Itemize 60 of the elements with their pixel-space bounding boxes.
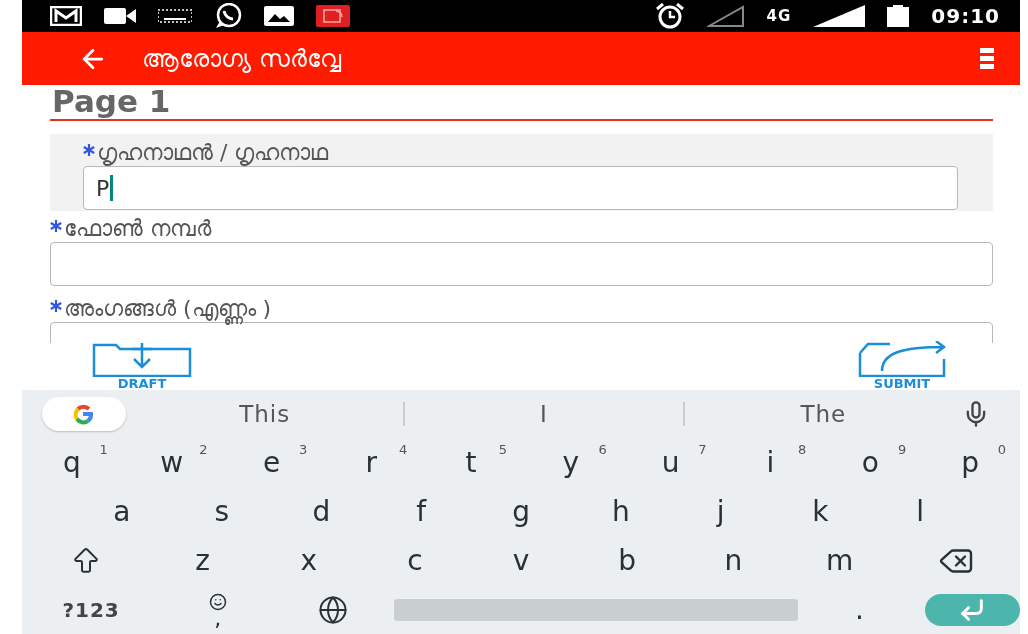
keyboard-icon xyxy=(158,9,192,23)
keyboard-key[interactable]: v xyxy=(467,536,575,585)
suggestion[interactable]: The xyxy=(684,400,962,428)
keyboard-key[interactable]: u 7 xyxy=(620,438,721,487)
keyboard-key[interactable]: z xyxy=(149,536,256,585)
signal-icon xyxy=(706,5,745,27)
input-field[interactable]: P xyxy=(83,166,958,210)
keyboard-key[interactable]: q 1 xyxy=(22,438,122,487)
symbols-key[interactable]: ?123 xyxy=(22,585,161,634)
video-camera-icon xyxy=(104,7,136,25)
page-heading: Page 1 xyxy=(51,85,172,117)
keyboard-key[interactable]: f xyxy=(371,487,472,536)
suggestion[interactable]: This xyxy=(126,400,404,428)
smiley-icon xyxy=(208,592,227,611)
field-label: ഫോൺ നമ്പർ xyxy=(64,216,211,242)
field-label: ഗൃഹനാഥൻ / ഗൃഹനാഥ xyxy=(97,140,329,166)
app-title: ആരോഗ്യ സർവ്വേ xyxy=(142,44,342,73)
signal-icon xyxy=(813,5,866,27)
input-field[interactable] xyxy=(50,242,993,286)
keyboard-key[interactable]: k xyxy=(770,487,871,536)
chat-bubble-icon xyxy=(214,3,242,29)
battery-icon xyxy=(887,5,910,27)
image-icon xyxy=(264,6,294,26)
draft-button[interactable]: DRAFT xyxy=(92,341,192,390)
clock-time: 09:10 xyxy=(931,4,1000,28)
keyboard-key[interactable]: . xyxy=(801,585,917,634)
keyboard-key[interactable]: n xyxy=(680,536,787,585)
keyboard-key[interactable]: r 4 xyxy=(321,438,422,487)
suggestion[interactable]: I xyxy=(405,400,683,428)
network-type-label: 4G xyxy=(766,7,792,25)
keyboard-key[interactable]: x xyxy=(255,536,362,585)
alarm-clock-icon xyxy=(654,3,685,29)
keyboard-key[interactable]: y 6 xyxy=(521,438,621,487)
keyboard-key[interactable]: d xyxy=(271,487,372,536)
keyboard-key[interactable]: c xyxy=(361,536,468,585)
folder-download-icon xyxy=(92,341,192,377)
globe-icon xyxy=(317,594,348,625)
google-button[interactable] xyxy=(42,397,126,431)
text-cursor xyxy=(110,175,114,201)
comma-emoji-key[interactable]: , xyxy=(160,585,276,634)
keyboard-key[interactable]: g xyxy=(471,487,571,536)
keyboard-key[interactable]: i 8 xyxy=(720,438,821,487)
keyboard-key[interactable]: b xyxy=(574,536,681,585)
enter-key[interactable] xyxy=(925,593,1020,626)
keyboard-key[interactable]: h xyxy=(570,487,671,536)
keyboard-key[interactable]: m xyxy=(786,536,893,585)
keyboard-key[interactable]: o 9 xyxy=(820,438,921,487)
keyboard-key[interactable]: s xyxy=(171,487,272,536)
submit-button[interactable]: SUBMIT xyxy=(852,341,952,390)
keyboard-key[interactable]: a xyxy=(72,487,172,536)
menu-button[interactable] xyxy=(980,47,994,70)
keyboard-key[interactable]: p 0 xyxy=(920,438,1020,487)
keyboard-key[interactable]: w 2 xyxy=(121,438,222,487)
menu-icon xyxy=(980,47,994,70)
app-notification-icon xyxy=(316,5,350,27)
keyboard-key[interactable]: l xyxy=(870,487,971,536)
keyboard-key[interactable]: e 3 xyxy=(221,438,322,487)
keyboard-key[interactable]: j xyxy=(670,487,771,536)
keyboard-key[interactable]: t 5 xyxy=(421,438,521,487)
mail-icon xyxy=(50,6,82,26)
